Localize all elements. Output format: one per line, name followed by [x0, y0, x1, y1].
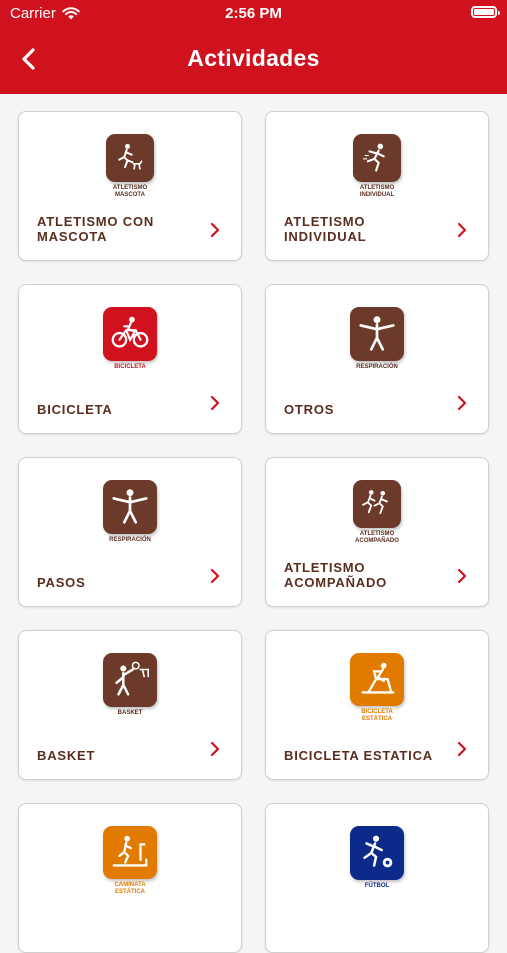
activity-label: OTROS [284, 402, 335, 417]
activity-icon-group: BICICLETA ESTÁTICA [266, 653, 488, 723]
icon-caption: FÚTBOL [364, 883, 390, 889]
treadmill-icon [103, 826, 157, 879]
activity-icon-group: BICICLETA [19, 307, 241, 377]
icon-caption: BASKET [117, 710, 143, 716]
activity-label: ATLETISMO CON MASCOTA [37, 214, 155, 244]
app-header: Carrier 2:56 PM Actividades [0, 0, 507, 94]
activity-label: PASOS [37, 575, 86, 590]
activity-card[interactable]: FÚTBOL [265, 803, 489, 953]
activity-icon-group: FÚTBOL [266, 826, 488, 896]
activity-label: BASKET [37, 748, 96, 763]
activity-icon-group: BASKET [19, 653, 241, 723]
bicycle-icon [103, 307, 157, 361]
runner-icon [353, 134, 401, 182]
chevron-right-icon [209, 568, 221, 584]
icon-caption: RESPIRACIÓN [109, 537, 151, 543]
activity-icon-group: RESPIRACIÓN [19, 480, 241, 550]
two-runners-icon [353, 480, 401, 528]
basketball-player-icon [103, 653, 157, 707]
activity-label: ATLETISMO INDIVIDUAL [284, 214, 367, 244]
activity-card[interactable]: ATLETISMO ACOMPAÑADO ATLETISMO ACOMPAÑADO [265, 457, 489, 607]
icon-caption: BICICLETA ESTÁTICA [361, 709, 393, 722]
chevron-right-icon [209, 395, 221, 411]
chevron-right-icon [456, 222, 468, 238]
activity-card[interactable]: ATLETISMO INDIVIDUAL ATLETISMO INDIVIDUAL [265, 111, 489, 261]
activity-card[interactable]: BICICLETA ESTÁTICA BICICLETA ESTATICA [265, 630, 489, 780]
activity-card[interactable]: RESPIRACIÓN OTROS [265, 284, 489, 434]
soccer-player-icon [350, 826, 404, 880]
runner-with-pet-icon [106, 134, 154, 182]
activity-card[interactable]: BASKET BASKET [18, 630, 242, 780]
activity-label: ATLETISMO ACOMPAÑADO [284, 560, 388, 590]
status-bar: Carrier 2:56 PM [0, 0, 507, 28]
activity-icon-group: RESPIRACIÓN [266, 307, 488, 377]
battery-icon [471, 6, 500, 18]
activity-card[interactable]: ATLETISMO MASCOTA ATLETISMO CON MASCOTA [18, 111, 242, 261]
icon-caption: RESPIRACIÓN [356, 364, 398, 370]
icon-caption: ATLETISMO INDIVIDUAL [359, 185, 395, 198]
chevron-right-icon [456, 741, 468, 757]
breathing-person-icon [103, 480, 157, 534]
breathing-person-icon [350, 307, 404, 361]
activity-icon-group: CAMINATA ESTÁTICA [19, 826, 241, 896]
activity-card[interactable]: RESPIRACIÓN PASOS [18, 457, 242, 607]
chevron-right-icon [456, 395, 468, 411]
chevron-right-icon [456, 568, 468, 584]
clock: 2:56 PM [225, 5, 282, 22]
activity-card[interactable]: CAMINATA ESTÁTICA [18, 803, 242, 953]
stationary-bike-icon [350, 653, 404, 706]
activity-icon-group: ATLETISMO INDIVIDUAL [266, 134, 488, 204]
activity-card[interactable]: BICICLETA BICICLETA [18, 284, 242, 434]
activity-icon-group: ATLETISMO MASCOTA [19, 134, 241, 204]
chevron-right-icon [209, 741, 221, 757]
activity-label: BICICLETA [37, 402, 113, 417]
icon-caption: BICICLETA [114, 364, 146, 370]
icon-caption: CAMINATA ESTÁTICA [114, 882, 146, 895]
page-title: Actividades [187, 45, 320, 71]
chevron-right-icon [209, 222, 221, 238]
activity-icon-group: ATLETISMO ACOMPAÑADO [266, 480, 488, 550]
activity-label: BICICLETA ESTATICA [284, 748, 433, 763]
icon-caption: ATLETISMO ACOMPAÑADO [355, 531, 399, 544]
icon-caption: ATLETISMO MASCOTA [112, 185, 148, 198]
